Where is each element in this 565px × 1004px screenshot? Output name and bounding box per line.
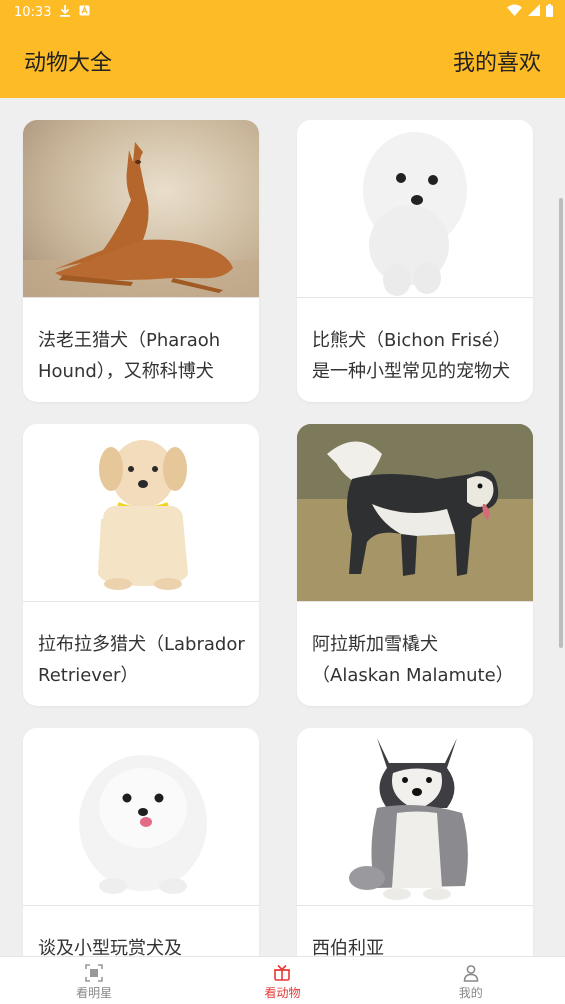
app-bar: 动物大全 我的喜欢 xyxy=(0,24,565,98)
pharaoh-hound-photo xyxy=(23,120,259,298)
pomeranian-photo xyxy=(23,728,259,906)
nav-item-label: 看动物 xyxy=(264,986,301,1000)
nav-item-animals[interactable]: 看动物 xyxy=(232,960,332,1001)
page-title: 动物大全 xyxy=(24,51,113,76)
animal-card[interactable]: 阿拉斯加雪橇犬（Alaskan Malamute） xyxy=(297,424,533,706)
animal-card[interactable]: 西伯利亚 xyxy=(297,728,533,956)
scrollbar[interactable] xyxy=(559,198,563,648)
alaskan-malamute-photo xyxy=(297,424,533,602)
siberian-husky-puppy-photo xyxy=(297,728,533,906)
person-icon xyxy=(462,964,480,982)
animal-card-caption: 阿拉斯加雪橇犬（Alaskan Malamute） xyxy=(312,634,514,686)
status-time: 10:33 xyxy=(14,4,52,20)
animal-list[interactable]: 法老王猎犬（Pharaoh Hound），又称科博犬 比熊犬（Bichon Fr… xyxy=(0,98,565,956)
animal-card[interactable]: 法老王猎犬（Pharaoh Hound），又称科博犬 xyxy=(23,120,259,402)
notification-a-icon xyxy=(79,5,90,20)
nav-item-stars[interactable]: 看明星 xyxy=(44,960,144,1001)
animal-card-caption: 西伯利亚 xyxy=(312,938,384,956)
nav-item-label: 我的 xyxy=(458,986,483,1000)
status-right xyxy=(507,3,553,21)
signal-icon xyxy=(528,4,540,20)
animal-grid: 法老王猎犬（Pharaoh Hound），又称科博犬 比熊犬（Bichon Fr… xyxy=(23,120,533,956)
animal-card[interactable]: 拉布拉多猎犬（Labrador Retriever） xyxy=(23,424,259,706)
animal-card-caption: 比熊犬（Bichon Frisé）是一种小型常见的宠物犬 xyxy=(312,330,511,382)
status-left: 10:33 xyxy=(14,4,90,21)
status-bar: 10:33 xyxy=(0,0,565,24)
bichon-frise-photo xyxy=(297,120,533,298)
animal-card[interactable]: 谈及小型玩赏犬及 xyxy=(23,728,259,956)
gift-box-icon xyxy=(273,964,291,982)
nav-item-label: 看明星 xyxy=(76,986,113,1000)
battery-icon xyxy=(546,3,553,21)
animal-card-caption: 拉布拉多猎犬（Labrador Retriever） xyxy=(38,634,245,686)
wifi-icon xyxy=(507,4,522,20)
animal-card-caption: 谈及小型玩赏犬及 xyxy=(38,938,182,956)
download-icon xyxy=(59,4,71,21)
scan-icon xyxy=(85,964,103,982)
bottom-nav: 看明星 看动物 我的 xyxy=(0,956,565,1004)
my-favorites-link[interactable]: 我的喜欢 xyxy=(453,45,541,77)
labrador-puppy-photo xyxy=(23,424,259,602)
nav-item-mine[interactable]: 我的 xyxy=(421,960,521,1001)
animal-card[interactable]: 比熊犬（Bichon Frisé）是一种小型常见的宠物犬 xyxy=(297,120,533,402)
animal-card-caption: 法老王猎犬（Pharaoh Hound），又称科博犬 xyxy=(38,330,221,382)
